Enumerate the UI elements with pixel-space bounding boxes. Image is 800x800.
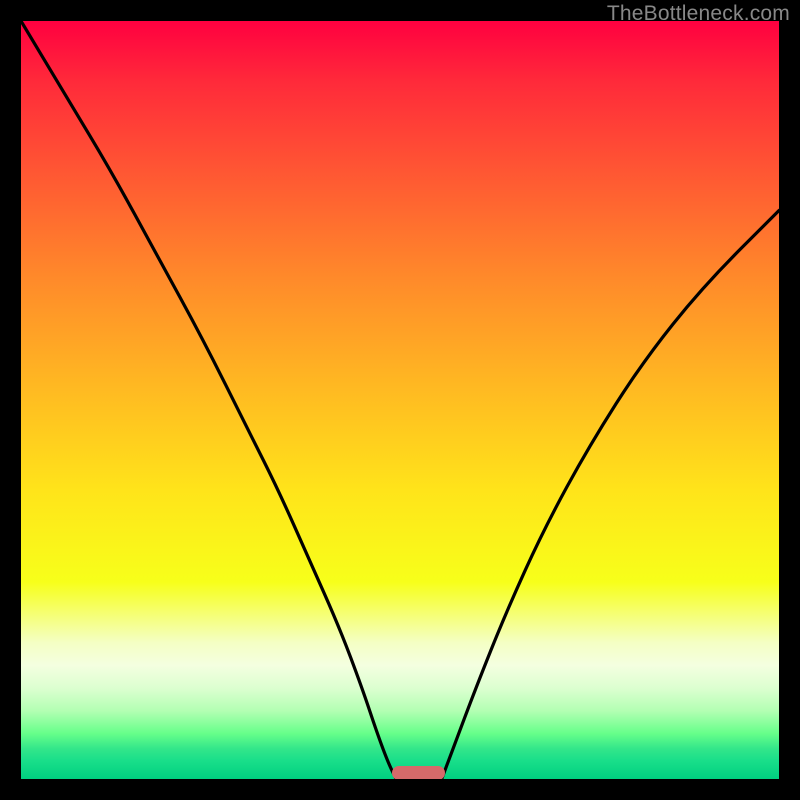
plot-area: [21, 21, 779, 779]
chart-curves: [21, 21, 779, 779]
chart-frame: TheBottleneck.com: [0, 0, 800, 800]
watermark-text: TheBottleneck.com: [607, 2, 790, 26]
left-curve: [21, 21, 396, 779]
bottleneck-marker: [392, 766, 445, 779]
right-curve: [442, 211, 779, 780]
